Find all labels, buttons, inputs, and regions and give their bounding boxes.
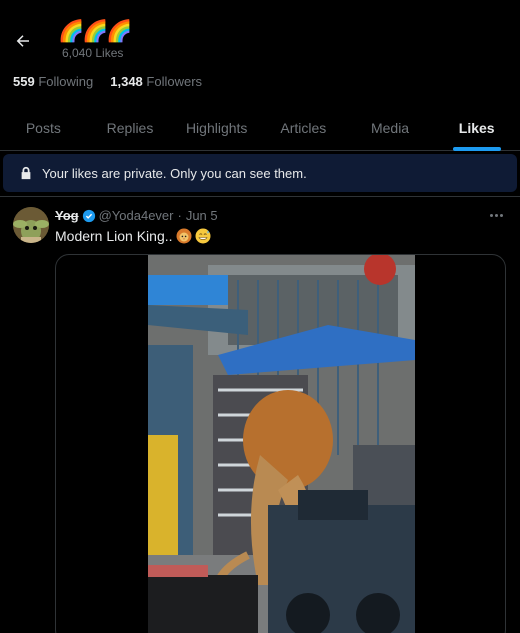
following-link[interactable]: 559 Following: [13, 74, 93, 89]
tab-highlights[interactable]: Highlights: [173, 106, 260, 150]
tab-likes[interactable]: Likes: [433, 106, 520, 150]
tab-replies[interactable]: Replies: [87, 106, 174, 150]
arrow-left-icon: [16, 35, 29, 47]
private-likes-notice: Your likes are private. Only you can see…: [3, 154, 517, 192]
tab-posts[interactable]: Posts: [0, 106, 87, 150]
video-frame: [148, 255, 415, 633]
notice-text: Your likes are private. Only you can see…: [42, 165, 307, 181]
video-card[interactable]: [55, 254, 506, 633]
post-header: Yog @Yoda4ever · Jun 5: [55, 208, 218, 223]
grinning-sweat-emoji: [195, 228, 211, 244]
back-button[interactable]: [8, 26, 38, 56]
tab-media[interactable]: Media: [347, 106, 434, 150]
avatar[interactable]: [13, 207, 49, 243]
separator-dot: ·: [177, 208, 182, 223]
followers-count: 1,348: [110, 74, 143, 89]
lock-icon: [19, 166, 33, 180]
tab-articles[interactable]: Articles: [260, 106, 347, 150]
liked-post[interactable]: Yog @Yoda4ever · Jun 5 Modern Lion King.…: [0, 196, 520, 633]
more-options-icon[interactable]: [486, 207, 506, 223]
profile-tabs: Posts Replies Highlights Articles Media …: [0, 106, 520, 151]
profile-name: 🌈🌈🌈: [58, 20, 132, 43]
profile-header: 🌈🌈🌈 6,040 Likes: [0, 0, 520, 66]
video-player[interactable]: [148, 255, 415, 633]
followers-link[interactable]: 1,348 Followers: [110, 74, 202, 89]
post-date[interactable]: Jun 5: [186, 208, 218, 223]
author-handle[interactable]: @Yoda4ever: [99, 208, 174, 223]
follow-stats: 559 Following 1,348 Followers: [13, 74, 202, 89]
verified-badge-icon: [82, 209, 96, 223]
following-count: 559: [13, 74, 35, 89]
following-label: Following: [38, 74, 94, 89]
likes-count: 6,040 Likes: [62, 46, 124, 60]
post-text: Modern Lion King..: [55, 228, 173, 244]
author-name[interactable]: Yog: [55, 208, 79, 223]
followers-label: Followers: [146, 74, 203, 89]
post-text-row: Modern Lion King..: [55, 228, 211, 244]
lion-face-emoji: [176, 228, 192, 244]
